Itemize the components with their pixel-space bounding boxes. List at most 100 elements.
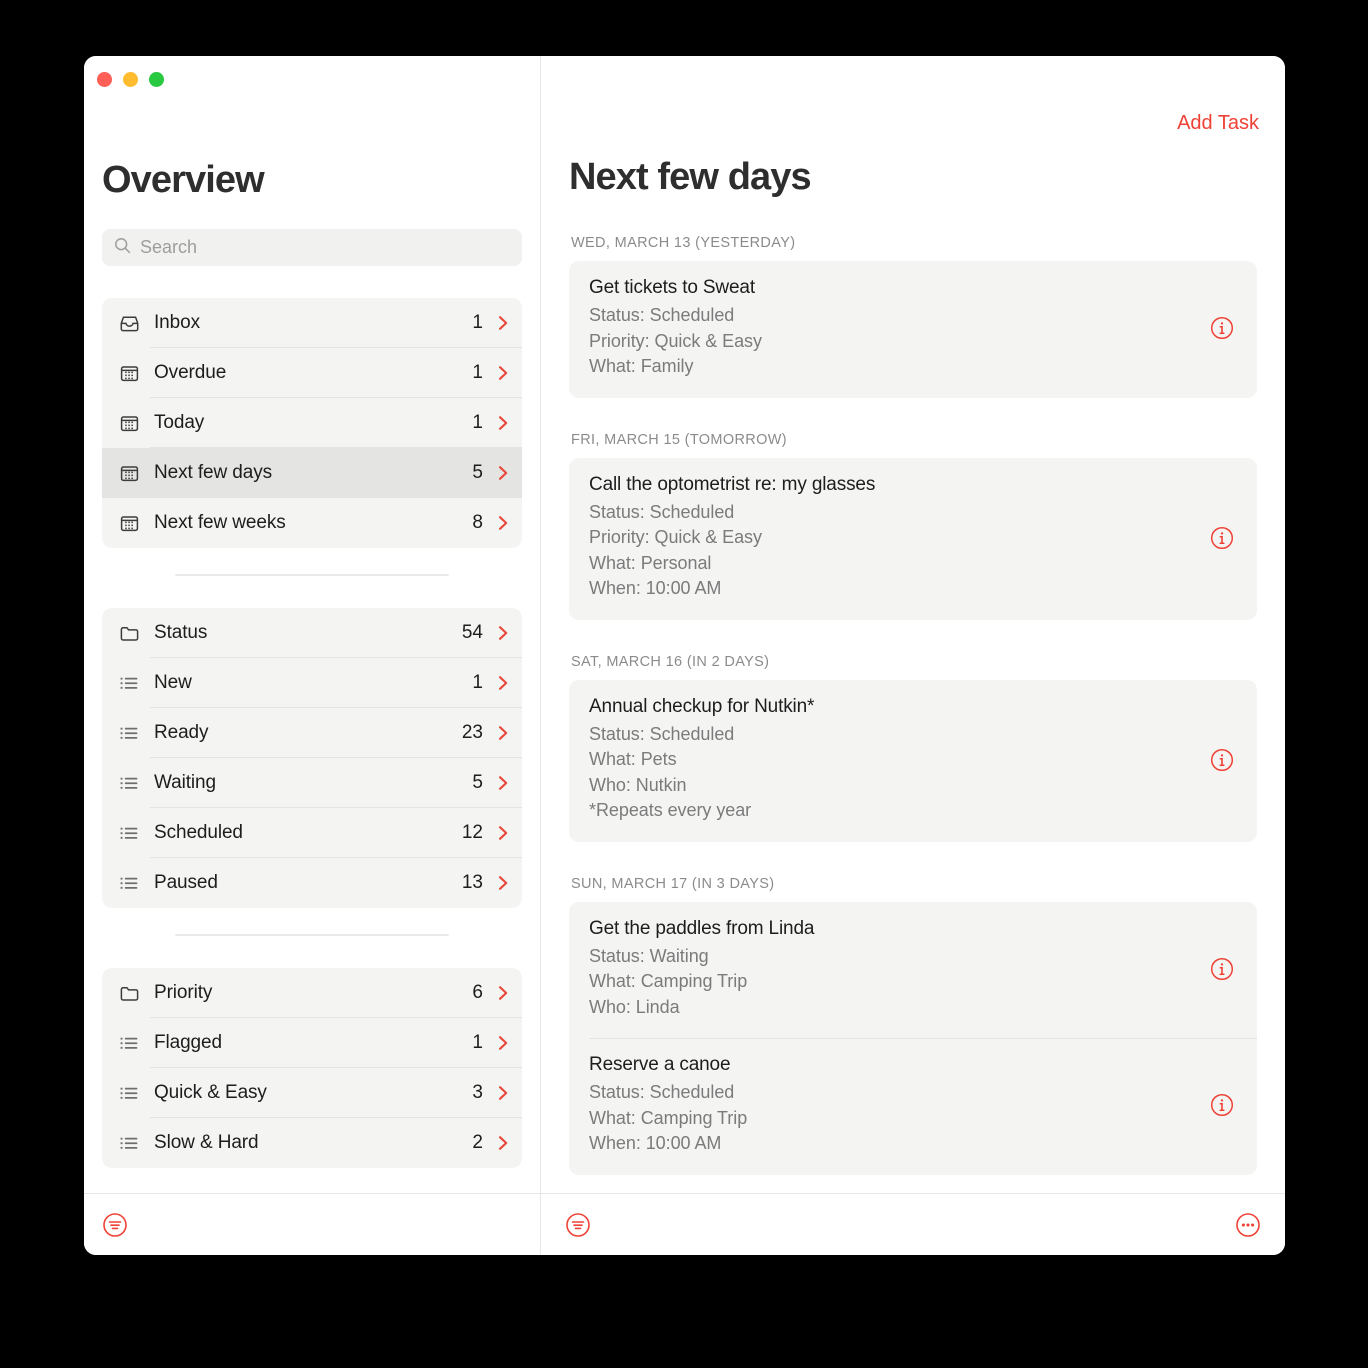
task-text: Reserve a canoe Status: Scheduled What: Ca… (589, 1054, 1195, 1157)
sidebar-item-label: Waiting (154, 772, 216, 793)
sidebar-item-next-few-weeks[interactable]: Next few weeks 8 (102, 498, 522, 548)
list-icon (118, 673, 140, 694)
task-meta-line: Status: Scheduled (589, 305, 735, 325)
sidebar-item-flagged[interactable]: Flagged 1 (102, 1018, 522, 1068)
bottom-toolbar (84, 1193, 1285, 1255)
sidebar-item-status[interactable]: Status 54 (102, 608, 522, 658)
chevron-right-icon[interactable] (497, 724, 510, 742)
sidebar-item-label: Slow & Hard (154, 1132, 259, 1153)
chevron-right-icon[interactable] (497, 364, 510, 382)
chevron-right-icon[interactable] (497, 314, 510, 332)
day-group: WED, MARCH 13 (YESTERDAY) Get tickets to … (569, 235, 1257, 398)
sidebar-item-count: 5 (472, 462, 483, 483)
bottom-toolbar-left (84, 1194, 541, 1255)
chevron-right-icon[interactable] (497, 874, 510, 892)
list-icon (118, 773, 140, 794)
list-icon (118, 1083, 140, 1104)
chevron-right-icon[interactable] (497, 624, 510, 642)
search-input[interactable] (140, 237, 510, 258)
chevron-right-icon[interactable] (497, 1084, 510, 1102)
sidebar-item-next-few-days[interactable]: Next few days 5 (102, 448, 522, 498)
minimize-window-button[interactable] (123, 72, 138, 87)
chevron-right-icon[interactable] (497, 514, 510, 532)
sidebar-item-new[interactable]: New 1 (102, 658, 522, 708)
chevron-right-icon[interactable] (497, 984, 510, 1002)
info-icon[interactable] (1209, 1092, 1235, 1118)
day-group-label: FRI, MARCH 15 (TOMORROW) (571, 431, 787, 448)
search-box[interactable] (102, 229, 522, 266)
chevron-right-icon[interactable] (497, 464, 510, 482)
sort-filter-icon[interactable] (102, 1212, 128, 1238)
task-card: Annual checkup for Nutkin* Status: Schedu… (569, 679, 1257, 842)
chevron-right-icon[interactable] (497, 774, 510, 792)
task-meta: Status: Scheduled Priority: Quick & Easy W… (589, 303, 1195, 380)
task-row[interactable]: Call the optometrist re: my glasses Statu… (569, 458, 1257, 620)
sidebar-item-overdue[interactable]: Overdue 1 (102, 348, 522, 398)
sidebar-item-ready[interactable]: Ready 23 (102, 708, 522, 758)
chevron-right-icon[interactable] (497, 824, 510, 842)
task-row[interactable]: Annual checkup for Nutkin* Status: Schedu… (569, 680, 1257, 842)
info-icon[interactable] (1209, 747, 1235, 773)
calendar-icon (118, 363, 140, 384)
sidebar-content: Overview Inbox 1 Overdue 1 Today 1 Next few da… (84, 87, 540, 1168)
sidebar-item-quick-easy[interactable]: Quick & Easy 3 (102, 1068, 522, 1118)
sidebar-item-count: 6 (472, 982, 483, 1003)
add-task-button[interactable]: Add Task (1177, 112, 1259, 135)
chevron-right-icon[interactable] (497, 1034, 510, 1052)
task-meta: Status: Scheduled What: Camping Trip When:… (589, 1080, 1195, 1157)
traffic-lights (84, 56, 540, 87)
task-meta-line: Status: Waiting (589, 945, 709, 966)
chevron-right-icon[interactable] (497, 414, 510, 432)
day-group: SUN, MARCH 17 (IN 3 DAYS) Get the paddles… (569, 876, 1257, 1175)
list-icon (118, 1033, 140, 1054)
sidebar-item-priority[interactable]: Priority 6 (102, 968, 522, 1018)
task-meta-line: Status: Scheduled (589, 501, 735, 522)
search-icon (114, 237, 131, 259)
more-options-icon[interactable] (1235, 1212, 1261, 1238)
task-text: Get the paddles from Linda Status: Waitin… (589, 918, 1195, 1021)
sidebar-item-slow-hard[interactable]: Slow & Hard 2 (102, 1118, 522, 1168)
chevron-right-icon[interactable] (497, 1134, 510, 1152)
sidebar-item-waiting[interactable]: Waiting 5 (102, 758, 522, 808)
task-meta-line: Who: Linda (589, 996, 680, 1017)
chevron-right-icon[interactable] (497, 674, 510, 692)
sidebar-item-count: 1 (472, 672, 483, 693)
sidebar-item-scheduled[interactable]: Scheduled 12 (102, 808, 522, 858)
sidebar-item-count: 12 (461, 822, 483, 843)
sidebar-item-inbox[interactable]: Inbox 1 (102, 298, 522, 348)
info-icon[interactable] (1209, 315, 1235, 341)
task-text: Annual checkup for Nutkin* Status: Schedu… (589, 696, 1195, 824)
task-meta-line: What: Camping Trip (589, 1107, 748, 1128)
task-row[interactable]: Reserve a canoe Status: Scheduled What: Ca… (569, 1038, 1257, 1175)
task-meta: Status: Waiting What: Camping Trip Who: Li… (589, 944, 1195, 1021)
day-group-label: SAT, MARCH 16 (IN 2 DAYS) (571, 653, 770, 670)
task-card: Get the paddles from Linda Status: Waitin… (569, 901, 1257, 1175)
close-window-button[interactable] (97, 72, 112, 87)
calendar-icon (118, 413, 140, 434)
sidebar-item-count: 1 (472, 412, 483, 433)
calendar-icon (118, 463, 140, 484)
task-meta-line: Status: Scheduled (589, 723, 735, 744)
folder-icon (118, 983, 140, 1004)
sort-filter-icon[interactable] (565, 1212, 591, 1238)
sidebar-group-priority: Priority 6 Flagged 1 Quick & Easy 3 Slow & Har… (102, 968, 522, 1168)
task-meta-line: Status: Scheduled (589, 1082, 735, 1102)
sidebar-item-label: Status (154, 622, 208, 643)
info-icon[interactable] (1209, 956, 1235, 982)
maximize-window-button[interactable] (149, 72, 164, 87)
list-icon (118, 823, 140, 844)
sidebar-item-label: Scheduled (154, 822, 243, 843)
task-row[interactable]: Get tickets to Sweat Status: Scheduled Pri… (569, 261, 1257, 398)
task-meta-line: Priority: Quick & Easy (589, 330, 762, 351)
sidebar-item-label: Next few weeks (154, 512, 286, 533)
sidebar-item-count: 23 (461, 722, 483, 743)
sidebar-item-paused[interactable]: Paused 13 (102, 858, 522, 908)
sidebar-item-count: 54 (461, 622, 483, 643)
sidebar-item-label: Overdue (154, 362, 227, 383)
day-group: SAT, MARCH 16 (IN 2 DAYS) Annual checkup … (569, 654, 1257, 842)
sidebar-item-today[interactable]: Today 1 (102, 398, 522, 448)
info-icon[interactable] (1209, 525, 1235, 551)
sidebar-item-label: Priority (154, 982, 213, 1003)
task-row[interactable]: Get the paddles from Linda Status: Waitin… (569, 902, 1257, 1039)
sidebar-item-count: 13 (461, 872, 483, 893)
